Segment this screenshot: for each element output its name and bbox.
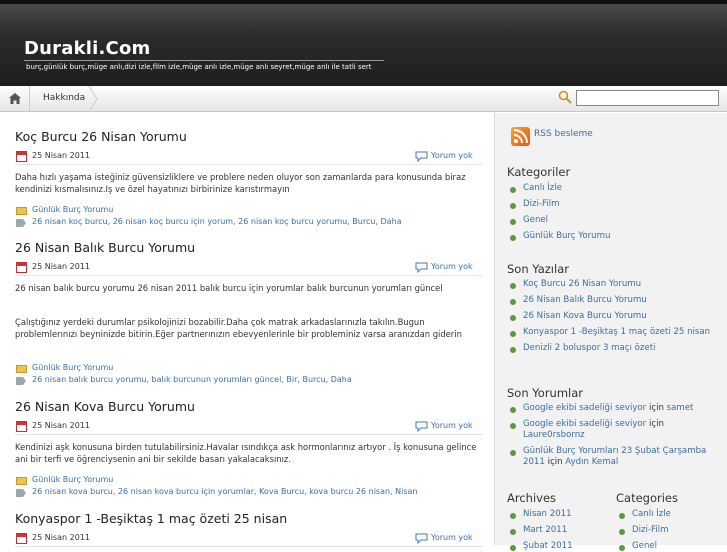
title-divider (24, 60, 384, 61)
recent-comment: Google ekibi sadeliği seviyor için Laure… (507, 419, 722, 441)
archive-link[interactable]: Nisan 2011 (507, 509, 602, 520)
nav-separator (88, 86, 98, 112)
recent-post-link[interactable]: Denizli 2 boluspor 3 maçı özeti (507, 343, 722, 354)
category-link[interactable]: Canlı İzle (616, 509, 716, 520)
archives-list: Nisan 2011 Mart 2011 Şubat 2011 (507, 509, 602, 552)
post-date: 25 Nisan 2011 (32, 421, 90, 430)
category-link[interactable]: Canlı İzle (507, 183, 722, 194)
tag-links[interactable]: 26 nisan balık burcu yorumu, balık burcu… (32, 375, 352, 384)
archives-heading: Archives (507, 491, 557, 505)
post-date: 25 Nisan 2011 (32, 533, 90, 542)
recent-post-link[interactable]: Konyaspor 1 -Beşiktaş 1 maç özeti 25 nis… (507, 327, 722, 338)
recent-comments-heading: Son Yorumlar (507, 386, 584, 400)
categories-list: Canlı İzle Dizi-Film Genel Günlük Burç Y… (507, 183, 722, 242)
post-title[interactable]: 26 Nisan Balık Burcu Yorumu (15, 240, 195, 255)
post-meta: 25 Nisan 2011 Yorum yok (15, 149, 483, 165)
categories2-list: Canlı İzle Dizi-Film Genel (616, 509, 716, 552)
categories2-heading: Categories (616, 491, 678, 505)
recent-posts-heading: Son Yazılar (507, 262, 569, 276)
category-link[interactable]: Günlük Burç Yorumu (32, 205, 113, 214)
comment-separator: için (646, 403, 667, 413)
site-title[interactable]: Durakli.Com (24, 38, 150, 59)
folder-icon (16, 207, 27, 215)
recent-post-link[interactable]: Koç Burcu 26 Nisan Yorumu (507, 279, 722, 290)
home-icon (9, 93, 21, 104)
rss-icon[interactable] (511, 127, 530, 146)
category-link[interactable]: Günlük Burç Yorumu (32, 363, 113, 372)
comment-author[interactable]: samet (667, 403, 694, 413)
comment-author[interactable]: Aydın Kemal (565, 457, 618, 467)
post-category: Günlük Burç Yorumu (15, 363, 475, 374)
post-title[interactable]: Konyaspor 1 -Beşiktaş 1 maç özeti 25 nis… (15, 511, 287, 526)
folder-icon (16, 365, 27, 373)
comment-separator: için (544, 457, 566, 467)
search-input[interactable] (576, 90, 719, 106)
category-link[interactable]: Dizi-Film (507, 199, 722, 210)
rss-link[interactable]: RSS besleme (534, 129, 593, 139)
comment-author[interactable]: Laure0rsbornz (523, 430, 585, 440)
recent-comments-list: Google ekibi sadeliği seviyor için samet… (507, 403, 722, 468)
post-title[interactable]: Koç Burcu 26 Nisan Yorumu (15, 129, 187, 144)
comments-link[interactable]: Yorum yok (431, 533, 473, 542)
category-link[interactable]: Dizi-Film (616, 525, 716, 536)
calendar-icon (16, 421, 27, 432)
search-icon[interactable] (558, 90, 572, 104)
recent-comment: Günlük Burç Yorumları 23 Şubat Çarşamba … (507, 446, 722, 468)
site-header: Durakli.Com burç,günlük burç,müge anlı,d… (0, 0, 727, 86)
comments-link[interactable]: Yorum yok (431, 262, 473, 271)
calendar-icon (16, 533, 27, 544)
folder-icon (16, 477, 27, 485)
post-date: 25 Nisan 2011 (32, 262, 90, 271)
comments-link[interactable]: Yorum yok (431, 151, 473, 160)
post-date: 25 Nisan 2011 (32, 151, 90, 160)
tag-icon (16, 489, 26, 497)
tag-links[interactable]: 26 nisan kova burcu, 26 nisan kova burcu… (32, 487, 418, 496)
comment-bubble-icon (415, 533, 428, 544)
comment-post-link[interactable]: Google ekibi sadeliği seviyor (523, 403, 646, 413)
post-tags: 26 nisan koç burcu, 26 nisan koç burcu i… (15, 217, 475, 228)
tag-icon (16, 219, 26, 227)
comment-bubble-icon (415, 151, 428, 162)
nav-item-about[interactable]: Hakkında (43, 93, 85, 103)
comment-separator: için (646, 419, 664, 429)
post-excerpt: 26 nisan balık burcu yorumu 26 nisan 201… (15, 283, 443, 293)
site-description: burç,günlük burç,müge anlı,dizi izle,fil… (26, 63, 372, 71)
categories-heading: Kategoriler (507, 165, 571, 179)
recent-comment: Google ekibi sadeliği seviyor için samet (507, 403, 722, 414)
category-link[interactable]: Genel (616, 541, 716, 552)
comment-post-link[interactable]: Google ekibi sadeliği seviyor (523, 419, 646, 429)
recent-post-link[interactable]: 26 Nisan Kova Burcu Yorumu (507, 311, 722, 322)
post-meta: 25 Nisan 2011 Yorum yok (15, 419, 483, 435)
recent-post-link[interactable]: 26 Nisan Balık Burcu Yorumu (507, 295, 722, 306)
post-excerpt: Daha hızlı yaşama isteğiniz güvensizlikl… (15, 172, 466, 194)
post-category: Günlük Burç Yorumu (15, 475, 475, 486)
post-tags: 26 nisan balık burcu yorumu, balık burcu… (15, 375, 475, 386)
category-link[interactable]: Günlük Burç Yorumu (32, 475, 113, 484)
recent-posts-list: Koç Burcu 26 Nisan Yorumu 26 Nisan Balık… (507, 279, 722, 354)
home-button[interactable] (0, 86, 30, 112)
tag-icon (16, 377, 26, 385)
category-link[interactable]: Günlük Burç Yorumu (507, 231, 722, 242)
post-title[interactable]: 26 Nisan Kova Burcu Yorumu (15, 399, 195, 414)
tag-links[interactable]: 26 nisan koç burcu, 26 nisan koç burcu i… (32, 217, 402, 226)
comment-bubble-icon (415, 421, 428, 432)
comments-link[interactable]: Yorum yok (431, 421, 473, 430)
archive-link[interactable]: Mart 2011 (507, 525, 602, 536)
content-area: Koç Burcu 26 Nisan Yorumu 25 Nisan 2011 … (0, 113, 493, 547)
calendar-icon (16, 262, 27, 273)
archive-link[interactable]: Şubat 2011 (507, 541, 602, 552)
category-link[interactable]: Genel (507, 215, 722, 226)
post-meta: 25 Nisan 2011 Yorum yok (15, 260, 483, 276)
sidebar: RSS besleme Kategoriler Canlı İzle Dizi-… (494, 113, 727, 551)
post-category: Günlük Burç Yorumu (15, 205, 475, 216)
post-tags: 26 nisan kova burcu, 26 nisan kova burcu… (15, 487, 475, 498)
comment-bubble-icon (415, 262, 428, 273)
post-excerpt: Çalıştığınız yerdeki durumlar psikolojin… (15, 317, 462, 339)
calendar-icon (16, 151, 27, 162)
post-excerpt: Kendinizi aşk konusuna birden tutulabili… (15, 442, 477, 464)
